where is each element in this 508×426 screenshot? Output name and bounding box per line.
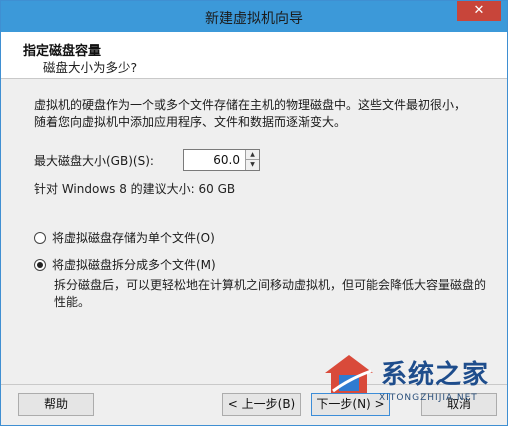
wizard-content: 虚拟机的硬盘作为一个或多个文件存储在主机的物理磁盘中。这些文件最初很小，随着您向… <box>1 80 507 380</box>
spin-up-button[interactable]: ▲ <box>246 150 259 160</box>
header-subtitle: 磁盘大小为多少? <box>43 60 138 75</box>
title-bar[interactable]: 新建虚拟机向导 ✕ <box>1 1 507 32</box>
wizard-header: 指定磁盘容量 磁盘大小为多少? <box>1 32 507 79</box>
next-button[interactable]: 下一步(N) > <box>311 393 390 416</box>
max-size-input[interactable] <box>184 150 244 170</box>
spinner-buttons: ▲ ▼ <box>245 150 259 170</box>
split-description: 拆分磁盘后，可以更轻松地在计算机之间移动虚拟机，但可能会降低大容量磁盘的性能。 <box>54 278 487 309</box>
close-button[interactable]: ✕ <box>457 1 501 21</box>
radio-split-indicator[interactable] <box>34 258 46 271</box>
max-size-spinner[interactable]: ▲ ▼ <box>183 149 260 171</box>
window-title: 新建虚拟机向导 <box>205 11 303 27</box>
cancel-button[interactable]: 取消 <box>421 393 497 416</box>
radio-single-indicator[interactable] <box>34 231 46 244</box>
close-icon: ✕ <box>473 3 485 18</box>
disk-description: 虚拟机的硬盘作为一个或多个文件存储在主机的物理磁盘中。这些文件最初很小，随着您向… <box>34 98 467 129</box>
help-button[interactable]: 帮助 <box>18 393 94 416</box>
radio-single-file[interactable]: 将虚拟磁盘存储为单个文件(O) <box>34 229 215 246</box>
back-button[interactable]: < 上一步(B) <box>222 393 301 416</box>
recommended-size: 针对 Windows 8 的建议大小: 60 GB <box>34 182 236 196</box>
spin-down-button[interactable]: ▼ <box>246 160 259 170</box>
max-size-label: 最大磁盘大小(GB)(S): <box>34 154 154 168</box>
footer-divider <box>1 384 507 385</box>
radio-split-files[interactable]: 将虚拟磁盘拆分成多个文件(M) <box>34 256 216 273</box>
radio-single-label: 将虚拟磁盘存储为单个文件(O) <box>52 231 215 245</box>
radio-split-label: 将虚拟磁盘拆分成多个文件(M) <box>52 258 216 272</box>
wizard-window: 新建虚拟机向导 ✕ 指定磁盘容量 磁盘大小为多少? 虚拟机的硬盘作为一个或多个文… <box>0 0 508 426</box>
